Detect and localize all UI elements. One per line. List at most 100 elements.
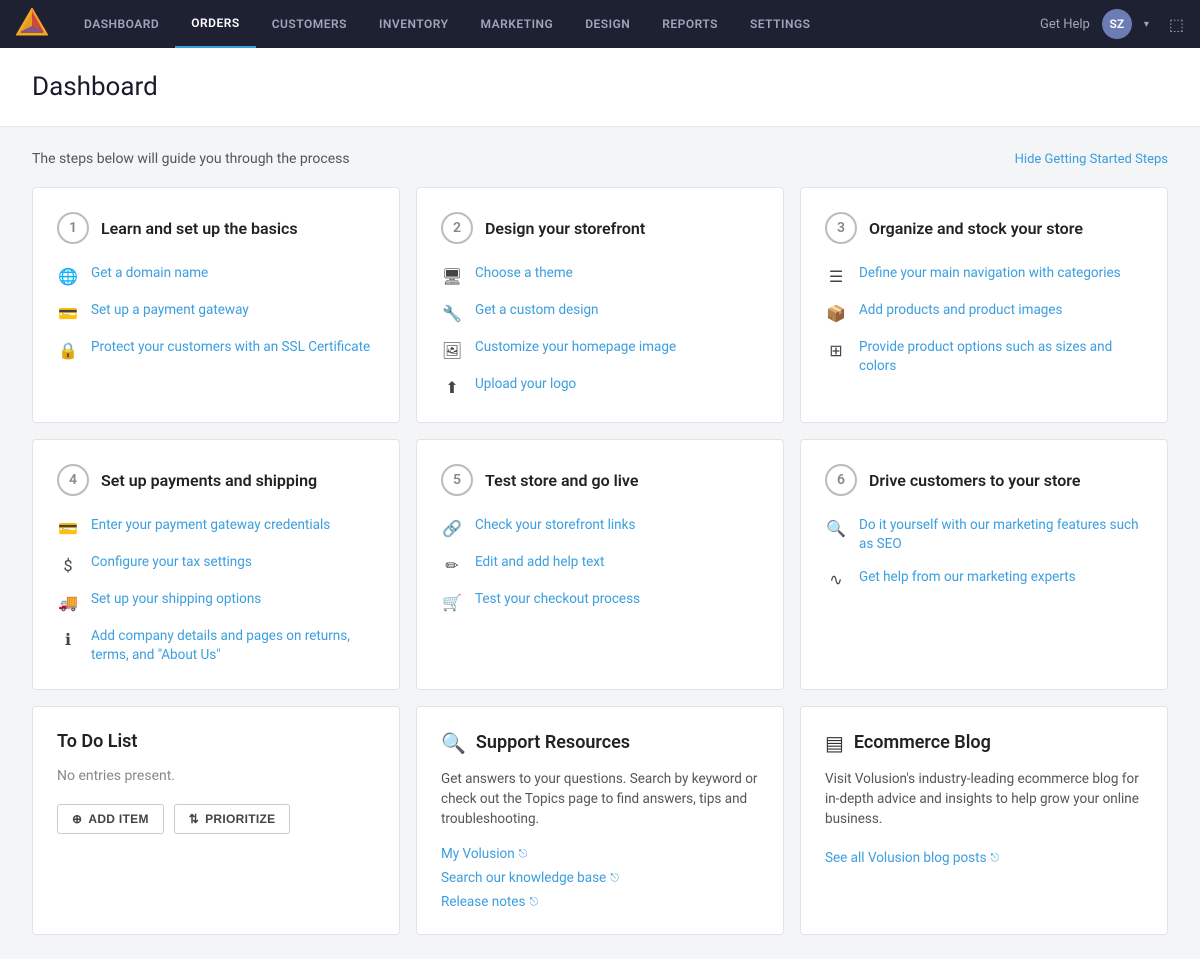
steps-grid: 1 Learn and set up the basics 🌐 Get a do…: [32, 187, 1168, 690]
todo-empty-text: No entries present.: [57, 768, 375, 784]
custom-design-link[interactable]: Get a custom design: [475, 301, 599, 320]
step-number-1: 1: [57, 212, 89, 244]
external-icon: ⎋: [991, 851, 1000, 865]
prioritize-button[interactable]: ⇅ PRIORITIZE: [174, 804, 291, 834]
cart-icon: 🛒: [441, 591, 463, 613]
image-icon: 🖼: [441, 339, 463, 361]
list-item: 💳 Set up a payment gateway: [57, 301, 375, 324]
list-item: ☰ Define your main navigation with categ…: [825, 264, 1143, 287]
nav-inventory[interactable]: INVENTORY: [363, 0, 465, 48]
blog-description: Visit Volusion's industry-leading ecomme…: [825, 769, 1143, 830]
list-item: ℹ Add company details and pages on retur…: [57, 627, 375, 665]
main-content: The steps below will guide you through t…: [0, 127, 1200, 959]
list-item: 🖼 Customize your homepage image: [441, 338, 759, 361]
ssl-link[interactable]: Protect your customers with an SSL Certi…: [91, 338, 370, 357]
add-item-button[interactable]: ⊕ ADD ITEM: [57, 804, 164, 834]
help-text-link[interactable]: Edit and add help text: [475, 553, 604, 572]
lock-icon: 🔒: [57, 339, 79, 361]
sort-icon: ⇅: [189, 812, 199, 826]
support-description: Get answers to your questions. Search by…: [441, 769, 759, 830]
list-item: $ Configure your tax settings: [57, 553, 375, 576]
external-icon: ⎋: [610, 871, 619, 885]
chevron-down-icon[interactable]: ▾: [1144, 19, 1149, 30]
prioritize-label: PRIORITIZE: [205, 812, 275, 826]
card-items-1: 🌐 Get a domain name 💳 Set up a payment g…: [57, 264, 375, 361]
blog-title: Ecommerce Blog: [854, 732, 991, 753]
card-title-1: Learn and set up the basics: [101, 219, 298, 238]
add-products-link[interactable]: Add products and product images: [859, 301, 1063, 320]
nav-settings[interactable]: SETTINGS: [734, 0, 827, 48]
navigation: DASHBOARD ORDERS CUSTOMERS INVENTORY MAR…: [0, 0, 1200, 48]
gateway-credentials-link[interactable]: Enter your payment gateway credentials: [91, 516, 330, 535]
theme-link[interactable]: Choose a theme: [475, 264, 573, 283]
info-icon: ℹ: [57, 628, 79, 650]
card-icon: 💳: [57, 302, 79, 324]
globe-icon: 🌐: [57, 265, 79, 287]
avatar[interactable]: SZ: [1102, 9, 1132, 39]
tax-settings-link[interactable]: Configure your tax settings: [91, 553, 252, 572]
domain-link[interactable]: Get a domain name: [91, 264, 208, 283]
logo[interactable]: [16, 8, 48, 40]
nav-reports[interactable]: REPORTS: [646, 0, 734, 48]
knowledge-base-link[interactable]: Search our knowledge base ⎋: [441, 870, 759, 886]
product-options-link[interactable]: Provide product options such as sizes an…: [859, 338, 1143, 376]
company-details-link[interactable]: Add company details and pages on returns…: [91, 627, 375, 665]
list-item: 🚚 Set up your shipping options: [57, 590, 375, 613]
card-title-6: Drive customers to your store: [869, 471, 1080, 490]
list-item: 💳 Enter your payment gateway credentials: [57, 516, 375, 539]
list-item: 🔗 Check your storefront links: [441, 516, 759, 539]
list-item: 🔒 Protect your customers with an SSL Cer…: [57, 338, 375, 361]
list-item: 🔧 Get a custom design: [441, 301, 759, 324]
card-title-5: Test store and go live: [485, 471, 638, 490]
seo-link[interactable]: Do it yourself with our marketing featur…: [859, 516, 1143, 554]
external-link-icon[interactable]: ⬚: [1169, 15, 1184, 34]
support-title: Support Resources: [476, 732, 630, 753]
nav-links: DASHBOARD ORDERS CUSTOMERS INVENTORY MAR…: [68, 0, 1040, 48]
nav-orders[interactable]: ORDERS: [175, 0, 255, 48]
get-help-link[interactable]: Get Help: [1040, 17, 1090, 32]
marketing-experts-link[interactable]: Get help from our marketing experts: [859, 568, 1076, 587]
payment-gateway-link[interactable]: Set up a payment gateway: [91, 301, 249, 320]
external-icon: ⎋: [529, 895, 538, 909]
blog-card: ▤ Ecommerce Blog Visit Volusion's indust…: [800, 706, 1168, 935]
card-items-2: 🖥 Choose a theme 🔧 Get a custom design 🖼…: [441, 264, 759, 398]
card-items-6: 🔍 Do it yourself with our marketing feat…: [825, 516, 1143, 591]
release-notes-label: Release notes: [441, 894, 525, 910]
nav-right: Get Help SZ ▾ ⬚: [1040, 9, 1184, 39]
nav-design[interactable]: DESIGN: [569, 0, 646, 48]
step-card-1: 1 Learn and set up the basics 🌐 Get a do…: [32, 187, 400, 423]
upload-logo-link[interactable]: Upload your logo: [475, 375, 576, 394]
support-icon: 🔍: [441, 731, 466, 755]
my-volusion-label: My Volusion: [441, 846, 515, 862]
checkout-link[interactable]: Test your checkout process: [475, 590, 640, 609]
list-item: ✏ Edit and add help text: [441, 553, 759, 576]
guide-bar: The steps below will guide you through t…: [32, 151, 1168, 167]
list-item: 🖥 Choose a theme: [441, 264, 759, 287]
nav-customers[interactable]: CUSTOMERS: [256, 0, 363, 48]
support-links: My Volusion ⎋ Search our knowledge base …: [441, 846, 759, 910]
plus-icon: ⊕: [72, 812, 82, 826]
card-items-4: 💳 Enter your payment gateway credentials…: [57, 516, 375, 665]
nav-icon: ☰: [825, 265, 847, 287]
my-volusion-link[interactable]: My Volusion ⎋: [441, 846, 759, 862]
list-item: ∿ Get help from our marketing experts: [825, 568, 1143, 591]
blog-posts-link[interactable]: See all Volusion blog posts ⎋: [825, 850, 1143, 866]
release-notes-link[interactable]: Release notes ⎋: [441, 894, 759, 910]
storefront-links-link[interactable]: Check your storefront links: [475, 516, 635, 535]
card-title-4: Set up payments and shipping: [101, 471, 317, 490]
shipping-link[interactable]: Set up your shipping options: [91, 590, 261, 609]
homepage-image-link[interactable]: Customize your homepage image: [475, 338, 676, 357]
card-header-6: 6 Drive customers to your store: [825, 464, 1143, 496]
todo-title: To Do List: [57, 731, 375, 752]
hide-steps-link[interactable]: Hide Getting Started Steps: [1015, 152, 1168, 167]
navigation-link[interactable]: Define your main navigation with categor…: [859, 264, 1121, 283]
card-items-5: 🔗 Check your storefront links ✏ Edit and…: [441, 516, 759, 613]
nav-dashboard[interactable]: DASHBOARD: [68, 0, 175, 48]
card-header-3: 3 Organize and stock your store: [825, 212, 1143, 244]
guide-description: The steps below will guide you through t…: [32, 151, 350, 167]
theme-icon: 🖥: [441, 265, 463, 287]
step-card-4: 4 Set up payments and shipping 💳 Enter y…: [32, 439, 400, 690]
card-header-4: 4 Set up payments and shipping: [57, 464, 375, 496]
add-item-label: ADD ITEM: [88, 812, 148, 826]
nav-marketing[interactable]: MARKETING: [464, 0, 569, 48]
